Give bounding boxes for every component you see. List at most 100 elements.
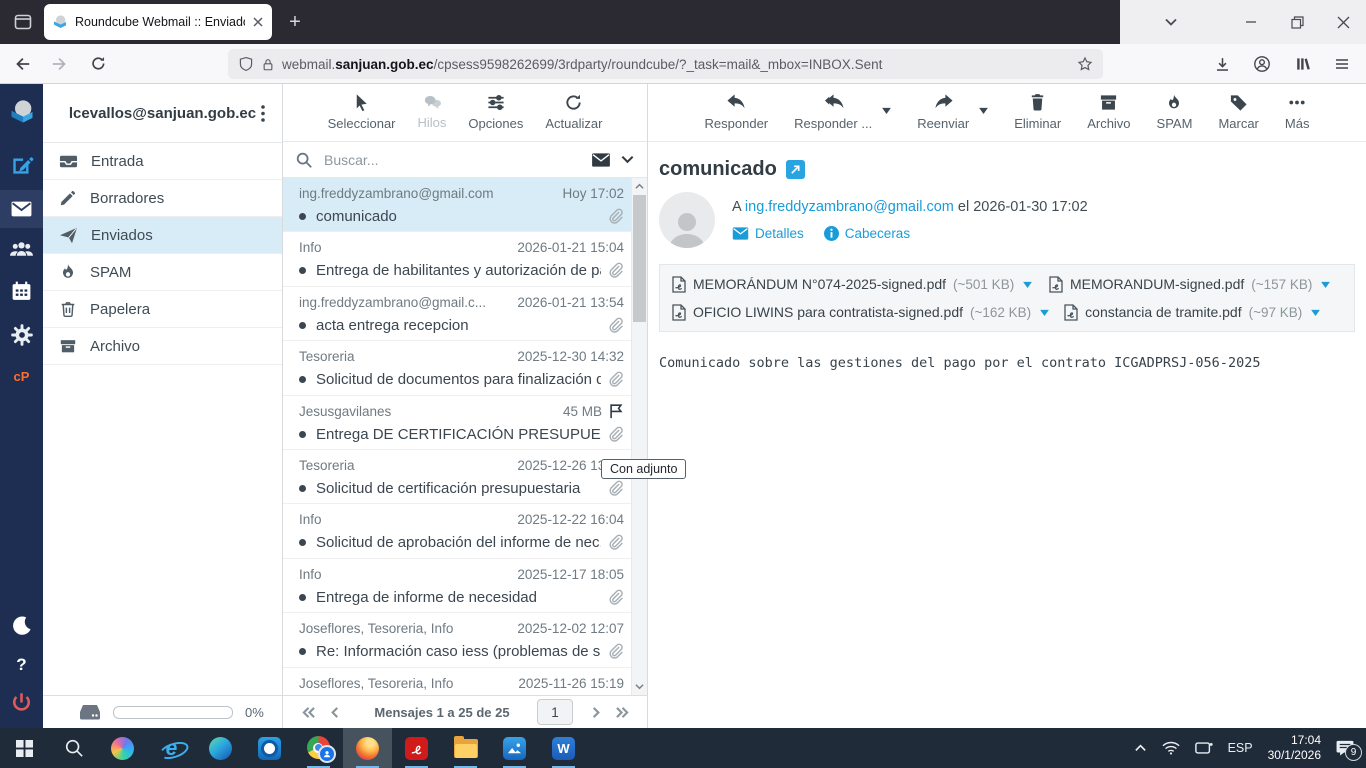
- tab-close-icon[interactable]: [252, 16, 264, 28]
- forward-menu-caret[interactable]: [979, 107, 989, 114]
- taskbar-copilot-button[interactable]: [98, 728, 147, 768]
- folder-item-spam[interactable]: SPAM: [43, 254, 282, 291]
- start-button[interactable]: [0, 728, 49, 768]
- taskbar-firefox-button[interactable]: [343, 728, 392, 768]
- message-row[interactable]: ing.freddyzambrano@gmail.com Hoy 17:02 co…: [283, 178, 632, 233]
- options-button[interactable]: Opciones: [468, 93, 523, 131]
- attachment-menu-caret[interactable]: [1321, 281, 1331, 288]
- next-page-icon[interactable]: [583, 700, 609, 724]
- taskbar-chrome-button[interactable]: [294, 728, 343, 768]
- folder-item-archivo[interactable]: Archivo: [43, 328, 282, 365]
- bookmark-star-icon[interactable]: [1077, 56, 1093, 72]
- recipient-email-link[interactable]: ing.freddyzambrano@gmail.com: [745, 199, 954, 215]
- library-icon[interactable]: [1286, 48, 1318, 80]
- firefox-view-icon[interactable]: [8, 7, 38, 37]
- dark-mode-moon-icon[interactable]: [11, 615, 33, 637]
- attachment-item[interactable]: OFICIO LIWINS para contratista-signed.pd…: [672, 303, 1050, 321]
- folder-item-entrada[interactable]: Entrada: [43, 143, 282, 180]
- taskbar-outlook-button[interactable]: [245, 728, 294, 768]
- keyboard-language-indicator[interactable]: ESP: [1228, 741, 1253, 755]
- message-row[interactable]: Tesoreria 2025-12-30 14:32 Solicitud de d…: [283, 341, 632, 396]
- headers-link[interactable]: Cabeceras: [823, 226, 910, 241]
- reload-button[interactable]: [82, 48, 114, 80]
- message-row[interactable]: Info 2025-12-17 18:05 Entrega de informe …: [283, 559, 632, 614]
- compose-icon[interactable]: [9, 152, 35, 178]
- folder-menu-kebab-icon[interactable]: [252, 101, 274, 125]
- window-close-button[interactable]: [1320, 0, 1366, 44]
- back-button[interactable]: [6, 48, 38, 80]
- window-minimize-button[interactable]: [1228, 0, 1274, 44]
- folder-item-papelera[interactable]: Papelera: [43, 291, 282, 328]
- search-scope-envelope-icon[interactable]: [591, 152, 611, 168]
- tracking-shield-icon[interactable]: [238, 56, 254, 72]
- mark-button[interactable]: Marcar: [1218, 93, 1259, 131]
- menu-hamburger-icon[interactable]: [1326, 48, 1358, 80]
- message-row[interactable]: Joseflores, Tesoreria, Info 2025-11-26 15…: [283, 668, 632, 695]
- lock-icon[interactable]: [261, 57, 275, 72]
- search-input[interactable]: [322, 150, 582, 169]
- message-row[interactable]: Joseflores, Tesoreria, Info 2025-12-02 12…: [283, 613, 632, 668]
- first-page-icon[interactable]: [295, 700, 321, 724]
- calendar-nav-icon[interactable]: [10, 280, 33, 303]
- browser-tab[interactable]: Roundcube Webmail :: Enviados: [44, 4, 272, 40]
- taskbar-edge-button[interactable]: [196, 728, 245, 768]
- attachment-item[interactable]: MEMORÁNDUM N°074-2025-signed.pdf (~501 K…: [672, 275, 1034, 293]
- wifi-icon[interactable]: [1161, 741, 1180, 755]
- search-options-chevron-icon[interactable]: [620, 152, 635, 167]
- notification-center-button[interactable]: 9: [1336, 740, 1362, 761]
- attachment-item[interactable]: constancia de tramite.pdf (~97 KB): [1064, 303, 1321, 321]
- threads-button[interactable]: Hilos: [418, 93, 446, 130]
- attachment-menu-caret[interactable]: [1023, 281, 1033, 288]
- message-row[interactable]: ing.freddyzambrano@gmail.c... 2026-01-21 …: [283, 287, 632, 342]
- new-tab-button[interactable]: +: [280, 7, 310, 37]
- scrollbar-thumb[interactable]: [633, 195, 646, 322]
- display-connect-icon[interactable]: [1194, 741, 1213, 755]
- page-number-input[interactable]: 1: [537, 699, 573, 725]
- help-icon[interactable]: ?: [16, 655, 26, 675]
- taskbar-file-explorer-button[interactable]: [441, 728, 490, 768]
- taskbar-acrobat-button[interactable]: [392, 728, 441, 768]
- reply-all-button[interactable]: Responder ...: [794, 93, 872, 131]
- folder-item-borradores[interactable]: Borradores: [43, 180, 282, 217]
- taskbar-word-button[interactable]: W: [539, 728, 588, 768]
- attachment-item[interactable]: MEMORANDUM-signed.pdf (~157 KB): [1049, 275, 1331, 293]
- refresh-button[interactable]: Actualizar: [545, 93, 602, 131]
- attachment-menu-caret[interactable]: [1040, 309, 1050, 316]
- forward-button[interactable]: Reenviar: [917, 93, 969, 131]
- message-row[interactable]: Tesoreria 2025-12-26 13:13 Solicitud de c…: [283, 450, 632, 505]
- logout-power-icon[interactable]: [10, 691, 33, 714]
- taskbar-internet-explorer-button[interactable]: e: [147, 728, 196, 768]
- contacts-nav-icon[interactable]: [9, 238, 34, 260]
- scroll-up-icon[interactable]: [632, 179, 647, 194]
- archive-button[interactable]: Archivo: [1087, 93, 1131, 131]
- taskbar-search-button[interactable]: [49, 728, 98, 768]
- folder-item-enviados[interactable]: Enviados: [43, 217, 282, 254]
- mail-nav-icon[interactable]: [0, 190, 43, 228]
- more-button[interactable]: Más: [1285, 93, 1309, 131]
- reply-all-menu-caret[interactable]: [882, 107, 892, 114]
- attachment-menu-caret[interactable]: [1311, 309, 1321, 316]
- select-button[interactable]: Seleccionar: [328, 93, 396, 131]
- spam-button[interactable]: SPAM: [1157, 93, 1192, 131]
- delete-button[interactable]: Eliminar: [1014, 93, 1061, 131]
- details-link[interactable]: Detalles: [732, 226, 804, 241]
- reply-button[interactable]: Responder: [705, 93, 768, 131]
- message-row[interactable]: Info 2025-12-22 16:04 Solicitud de aproba…: [283, 504, 632, 559]
- prev-page-icon[interactable]: [321, 700, 347, 724]
- taskbar-clock[interactable]: 17:04 30/1/2026: [1268, 733, 1321, 763]
- forward-button[interactable]: [44, 48, 76, 80]
- tray-chevron-up-icon[interactable]: [1134, 742, 1147, 755]
- message-row[interactable]: Jesusgavilanes 45 MB Entrega DE CERTIFICA…: [283, 396, 632, 450]
- list-scrollbar[interactable]: [631, 178, 647, 695]
- last-page-icon[interactable]: [609, 700, 635, 724]
- cpanel-logo[interactable]: cP: [14, 369, 30, 384]
- account-icon[interactable]: [1246, 48, 1278, 80]
- tabs-list-chevron-icon[interactable]: [1148, 0, 1194, 44]
- taskbar-photos-button[interactable]: [490, 728, 539, 768]
- downloads-icon[interactable]: [1206, 48, 1238, 80]
- address-bar[interactable]: webmail.sanjuan.gob.ec/cpsess9598262699/…: [228, 49, 1103, 79]
- open-in-new-window-icon[interactable]: [785, 160, 805, 179]
- message-row[interactable]: Info 2026-01-21 15:04 Entrega de habilita…: [283, 232, 632, 287]
- settings-gear-icon[interactable]: [10, 323, 34, 347]
- window-restore-button[interactable]: [1274, 0, 1320, 44]
